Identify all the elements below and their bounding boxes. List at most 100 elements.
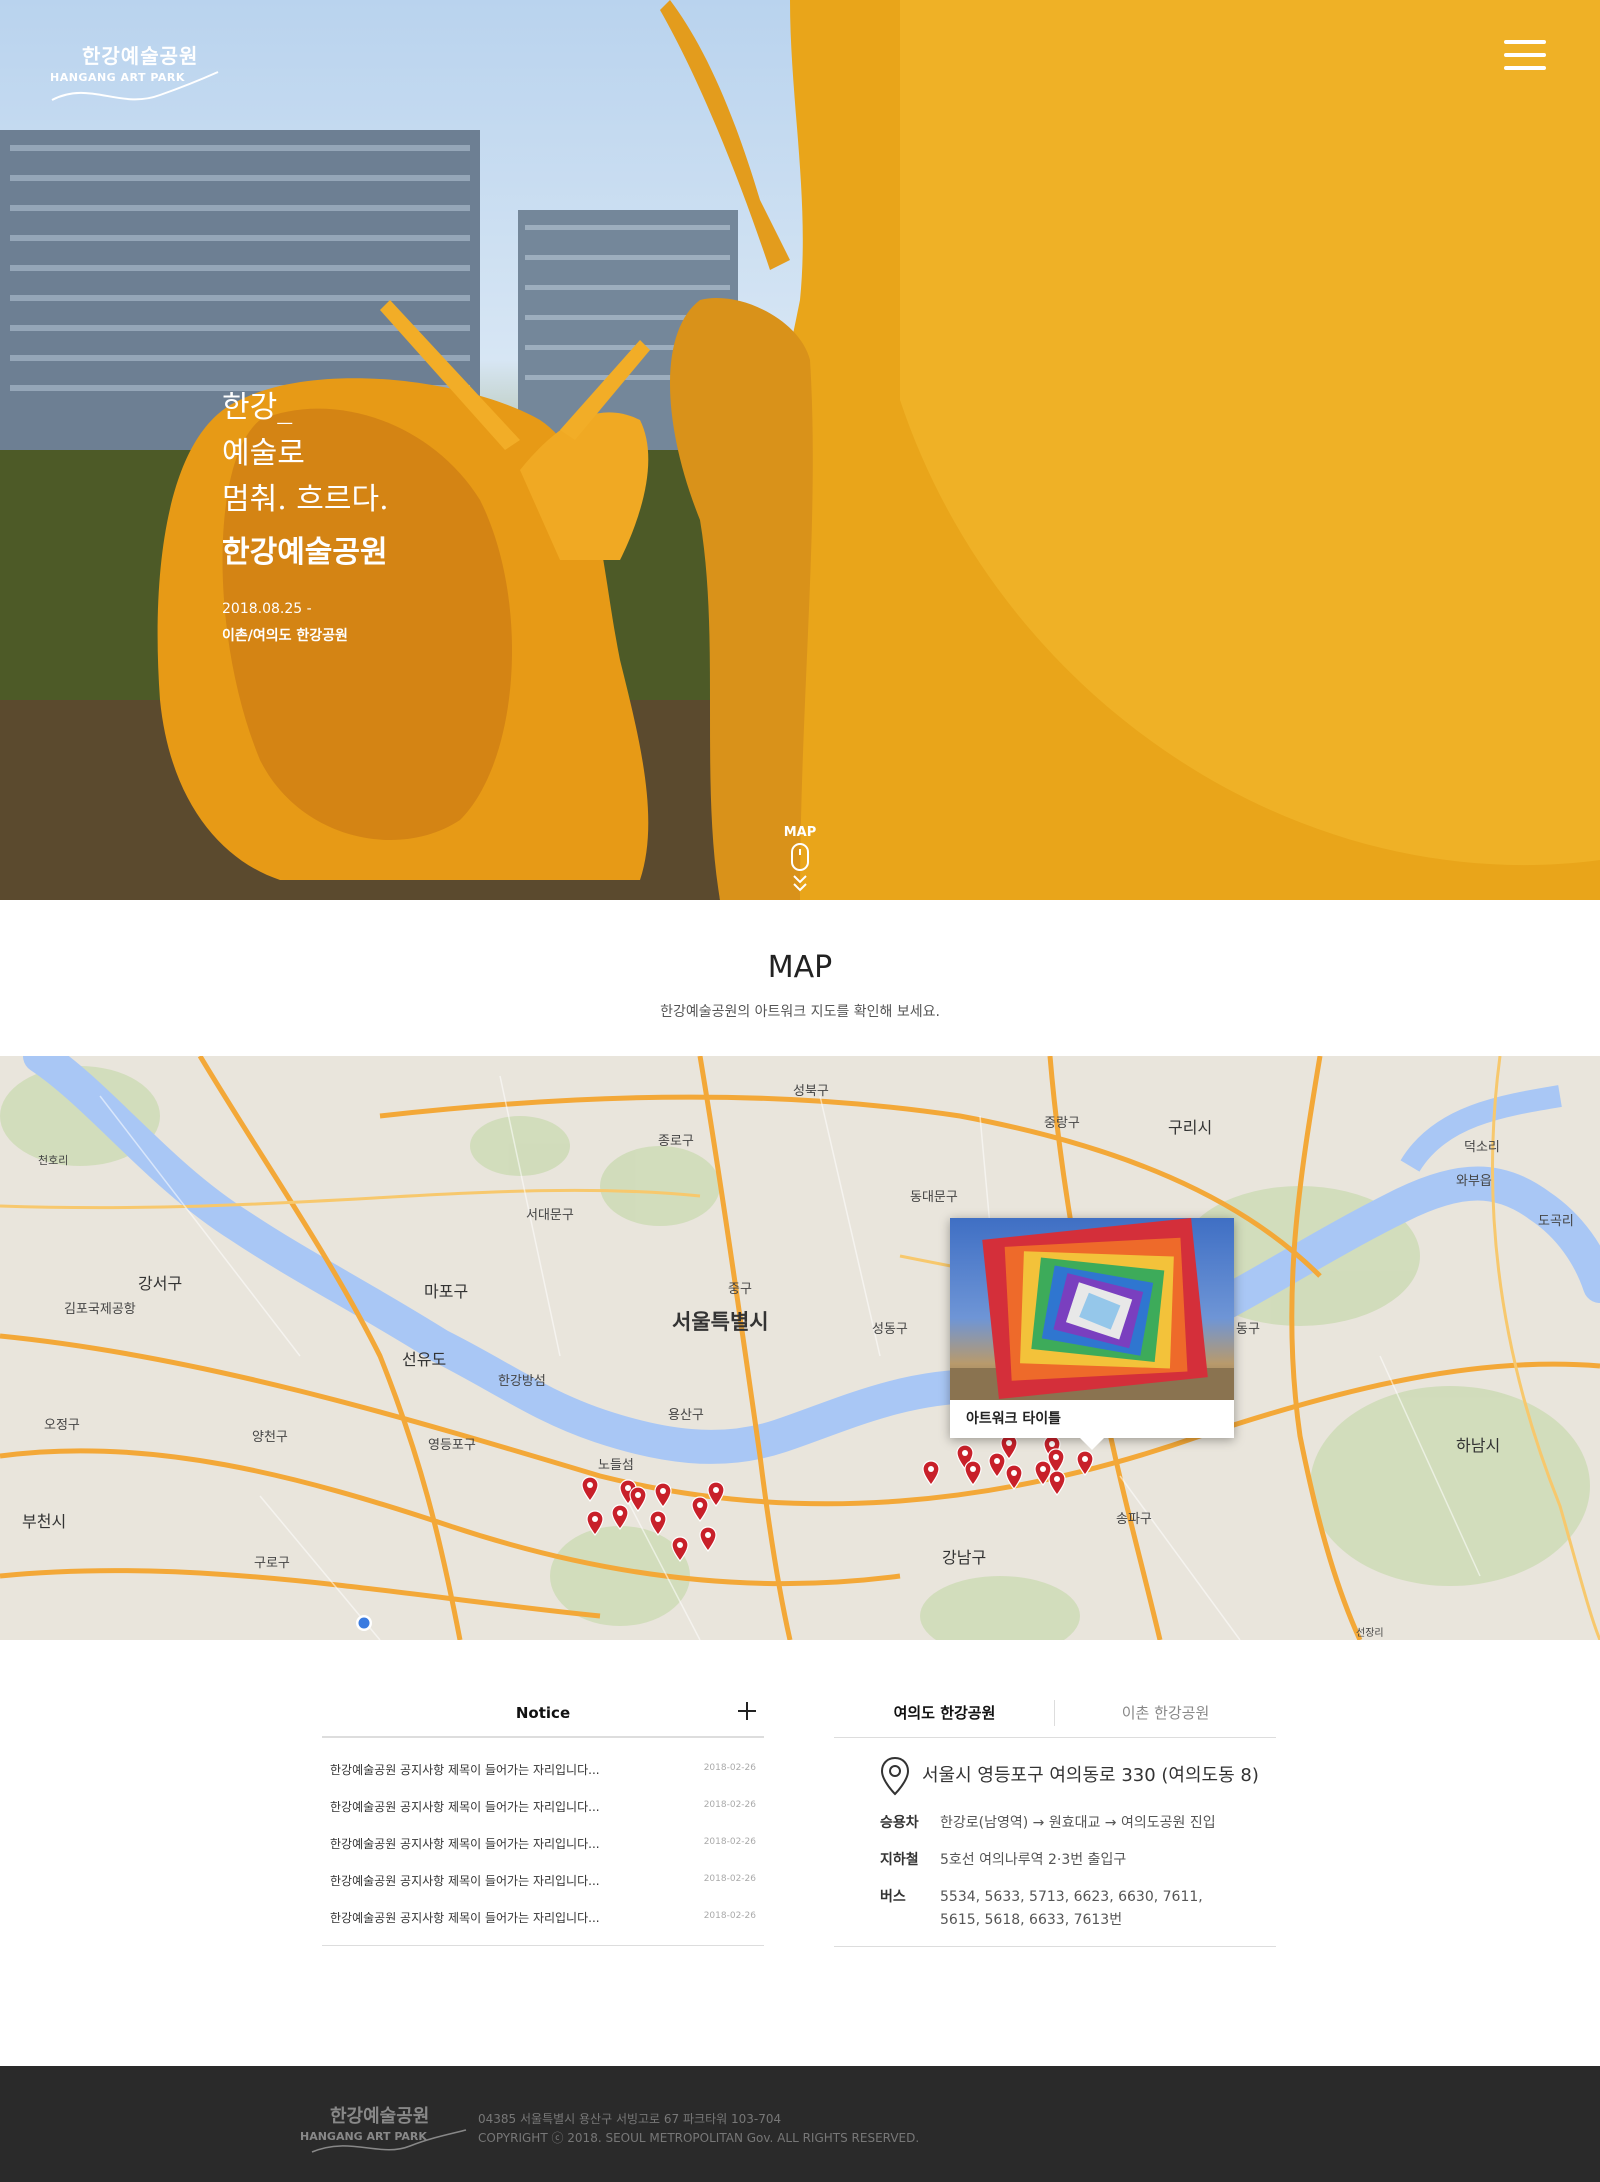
- notice-item[interactable]: 한강예술공원 공지사항 제목이 들어가는 자리입니다... 2018-02-26: [322, 1898, 764, 1935]
- map-label-hanam: 하남시: [1456, 1436, 1501, 1455]
- map-label-gangseo: 강서구: [138, 1274, 183, 1293]
- map-label-doksu: 도곡리: [1538, 1214, 1574, 1229]
- map-pin-icon[interactable]: [649, 1510, 667, 1536]
- map-pin-icon[interactable]: [922, 1460, 940, 1486]
- transport-key: 지하철: [880, 1852, 919, 1868]
- transport-key: 승용차: [880, 1815, 919, 1831]
- footer-address: 04385 서울특별시 용산구 서빙고로 67 파크타워 103-704: [478, 2112, 782, 2126]
- hamburger-menu-icon[interactable]: [1504, 40, 1546, 74]
- hero-section: 한강예술공원 HANGANG ART PARK 한강_ 예술로 멈춰. 흐르다.…: [0, 0, 1600, 900]
- notice-item-title: 한강예술공원 공지사항 제목이 들어가는 자리입니다...: [330, 1763, 600, 1777]
- artwork-map[interactable]: 성북구 종로구 중랑구 구리시 서대문구 동대문구 마포구 중구 서울특별시 강…: [0, 1056, 1600, 1640]
- footer-logo[interactable]: 한강예술공원 HANGANG ART PARK: [300, 2102, 467, 2153]
- hero-copy: 한강_ 예술로 멈춰. 흐르다. 한강예술공원 2018.08.25 - 이촌/…: [222, 385, 389, 645]
- map-label-ojeong: 오정구: [44, 1418, 80, 1433]
- map-pin-icon[interactable]: [699, 1526, 717, 1552]
- hero-title: 한강예술공원: [222, 535, 388, 570]
- map-label-gimpo-airport: 김포국제공항: [64, 1302, 136, 1317]
- footer-info: 04385 서울특별시 용산구 서빙고로 67 파크타워 103-704 COP…: [478, 2110, 919, 2148]
- transport-row-car: 승용차 한강로(남영역) → 원효대교 → 여의도공원 진입: [880, 1812, 1240, 1849]
- map-title: MAP: [767, 950, 833, 985]
- map-label-jungnang: 중랑구: [1044, 1116, 1080, 1131]
- hero-date: 2018.08.25 -: [222, 601, 312, 617]
- hero-line-1: 한강_: [222, 390, 293, 425]
- map-label-bucheon: 부천시: [22, 1512, 67, 1531]
- notice-item-date: 2018-02-26: [703, 1911, 756, 1921]
- transport-value: 5호선 여의나루역 2·3번 출입구: [940, 1852, 1127, 1868]
- popup-pointer: [1080, 1438, 1104, 1450]
- footer-copyright: COPYRIGHT ⓒ 2018. SEOUL METROPOLITAN Gov…: [478, 2131, 920, 2145]
- map-pin-icon[interactable]: [1048, 1470, 1066, 1496]
- directions-panel: 여의도 한강공원 이촌 한강공원 서울시 영등포구 여의동로 330 (여의도동…: [834, 1690, 1276, 1947]
- notice-header: Notice: [322, 1690, 764, 1738]
- map-base-layer: [0, 1056, 1600, 1640]
- map-label-guro: 구로구: [254, 1556, 290, 1571]
- map-label-dongdaemun: 동대문구: [910, 1190, 958, 1205]
- notice-item-title: 한강예술공원 공지사항 제목이 들어가는 자리입니다...: [330, 1800, 600, 1814]
- map-subtitle: 한강예술공원의 아트워크 지도를 확인해 보세요.: [660, 1004, 940, 1020]
- transport-table: 승용차 한강로(남영역) → 원효대교 → 여의도공원 진입 지하철 5호선 여…: [880, 1812, 1240, 1946]
- location-pin-icon: [880, 1756, 910, 1796]
- tab-yeouido[interactable]: 여의도 한강공원: [834, 1690, 1055, 1737]
- map-label-nodeulseom: 노들섬: [598, 1458, 634, 1473]
- notice-item-date: 2018-02-26: [703, 1763, 756, 1773]
- park-address: 서울시 영등포구 여의동로 330 (여의도동 8): [834, 1756, 1276, 1796]
- map-pin-icon[interactable]: [671, 1536, 689, 1562]
- notice-item-title: 한강예술공원 공지사항 제목이 들어가는 자리입니다...: [330, 1874, 600, 1888]
- scroll-to-map-button[interactable]: MAP: [782, 825, 818, 900]
- transport-key: 버스: [880, 1889, 906, 1905]
- notice-panel: Notice 한강예술공원 공지사항 제목이 들어가는 자리입니다... 2018…: [322, 1690, 764, 1946]
- map-label-sinjang: 선장리: [1356, 1628, 1384, 1639]
- notice-item[interactable]: 한강예술공원 공지사항 제목이 들어가는 자리입니다... 2018-02-26: [322, 1824, 764, 1861]
- map-label-seongbuk: 성북구: [793, 1084, 829, 1099]
- map-label-seongdong: 성동구: [872, 1322, 908, 1337]
- transport-value: 5534, 5633, 5713, 6623, 6630, 7611, 5615…: [940, 1889, 1203, 1928]
- park-tabs: 여의도 한강공원 이촌 한강공원: [834, 1690, 1276, 1738]
- map-label-guri: 구리시: [1168, 1118, 1213, 1137]
- map-label-yangcheon: 양천구: [252, 1430, 288, 1445]
- map-label-gangdong: 동구: [1236, 1322, 1260, 1337]
- map-pin-icon[interactable]: [629, 1486, 647, 1512]
- notice-item-title: 한강예술공원 공지사항 제목이 들어가는 자리입니다...: [330, 1911, 600, 1925]
- current-location-icon: [356, 1615, 372, 1631]
- hero-line-3: 멈춰. 흐르다.: [222, 482, 389, 517]
- map-label-gaegyeong: 천호리: [38, 1154, 69, 1167]
- footer-logo-wave-icon: [311, 2129, 467, 2153]
- map-pin-icon[interactable]: [611, 1504, 629, 1530]
- map-pin-icon[interactable]: [654, 1482, 672, 1508]
- map-label-seodaemun: 서대문구: [526, 1208, 574, 1223]
- map-heading: MAP 한강예술공원의 아트워크 지도를 확인해 보세요.: [0, 950, 1600, 1021]
- notice-item[interactable]: 한강예술공원 공지사항 제목이 들어가는 자리입니다... 2018-02-26: [322, 1787, 764, 1824]
- map-pin-icon[interactable]: [581, 1476, 599, 1502]
- map-label-yeongdeungpo: 영등포구: [428, 1438, 476, 1453]
- artwork-popup[interactable]: 아트워크 타이틀: [950, 1218, 1234, 1450]
- notice-item-date: 2018-02-26: [703, 1837, 756, 1847]
- map-label-seonyudo: 선유도: [402, 1350, 447, 1369]
- notice-item-date: 2018-02-26: [703, 1800, 756, 1810]
- notice-item-date: 2018-02-26: [703, 1874, 756, 1884]
- map-label-jung: 중구: [728, 1282, 752, 1297]
- notice-item-title: 한강예술공원 공지사항 제목이 들어가는 자리입니다...: [330, 1837, 600, 1851]
- map-label-wabu: 와부읍: [1456, 1174, 1492, 1189]
- directions-divider: [834, 1946, 1276, 1947]
- map-label-mapo: 마포구: [424, 1282, 469, 1301]
- plus-icon[interactable]: [736, 1700, 758, 1722]
- transport-row-subway: 지하철 5호선 여의나루역 2·3번 출입구: [880, 1849, 1240, 1886]
- map-label-hangang-bridge: 한강방섬: [498, 1374, 546, 1389]
- logo-korean: 한강예술공원: [82, 44, 199, 68]
- map-label-jongno: 종로구: [658, 1134, 694, 1149]
- tab-ichon[interactable]: 이촌 한강공원: [1055, 1690, 1276, 1737]
- logo-wave-icon: [51, 71, 219, 101]
- map-pin-icon[interactable]: [1076, 1450, 1094, 1476]
- address-text: 서울시 영등포구 여의동로 330 (여의도동 8): [922, 1765, 1259, 1786]
- map-pin-icon[interactable]: [964, 1460, 982, 1486]
- map-pin-icon[interactable]: [586, 1510, 604, 1536]
- site-logo[interactable]: 한강예술공원 HANGANG ART PARK: [50, 40, 219, 101]
- map-label-songpa: 송파구: [1116, 1512, 1152, 1527]
- map-pin-icon[interactable]: [1005, 1464, 1023, 1490]
- notice-item[interactable]: 한강예술공원 공지사항 제목이 들어가는 자리입니다... 2018-02-26: [322, 1750, 764, 1787]
- notice-item[interactable]: 한강예술공원 공지사항 제목이 들어가는 자리입니다... 2018-02-26: [322, 1861, 764, 1898]
- map-pin-icon[interactable]: [707, 1481, 725, 1507]
- map-label-deokso: 덕소리: [1464, 1140, 1500, 1155]
- hero-line-2: 예술로: [222, 436, 305, 471]
